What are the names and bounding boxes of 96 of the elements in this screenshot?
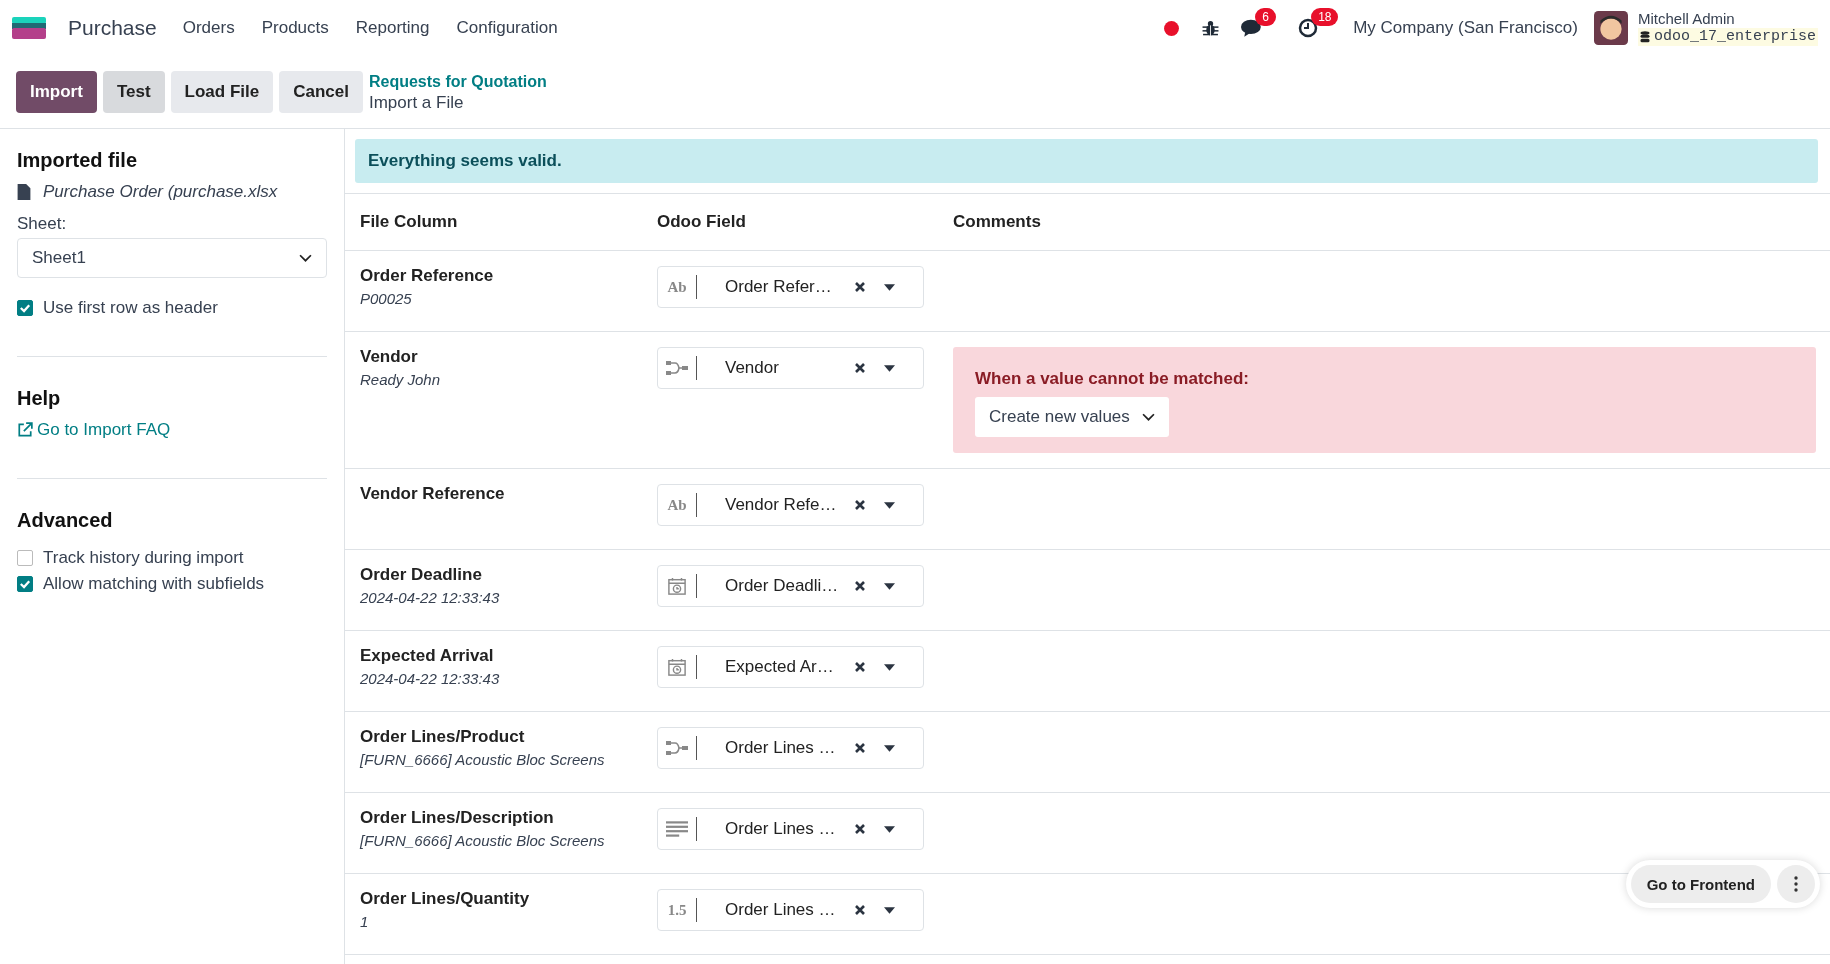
clear-icon[interactable]: [854, 823, 866, 835]
page-title: Import a File: [368, 92, 465, 113]
record-icon[interactable]: [1163, 19, 1181, 37]
activity-count-badge: 18: [1311, 8, 1339, 26]
checkbox[interactable]: [17, 576, 33, 592]
database-icon: [1639, 31, 1650, 43]
checkbox[interactable]: [17, 300, 33, 316]
bug-icon[interactable]: [1202, 19, 1220, 37]
faq-link[interactable]: Go to Import FAQ: [17, 420, 171, 440]
file-icon: [17, 184, 31, 200]
external-link-icon: [17, 422, 33, 438]
clear-icon[interactable]: [854, 904, 866, 916]
relation-icon: [666, 739, 688, 757]
sheet-select[interactable]: Sheet1: [17, 238, 327, 278]
menu-item[interactable]: Reporting: [355, 18, 430, 38]
field-type-icon: Ab: [667, 496, 687, 514]
calendar-icon: [666, 658, 688, 676]
caret-icon[interactable]: [884, 364, 895, 372]
sample-value: 2024-04-22 12:33:43: [360, 589, 501, 606]
field-select[interactable]: Order Lines …: [657, 727, 924, 769]
database-name: odoo_17_enterprise: [1637, 28, 1818, 46]
app-logo-icon[interactable]: [12, 17, 46, 39]
clock-icon[interactable]: [1297, 18, 1320, 38]
calendar-icon: [666, 577, 688, 595]
vertical-dots-icon: [1794, 876, 1798, 892]
avatar-icon[interactable]: [1593, 11, 1628, 45]
file-column-name: Order Lines/Description: [360, 808, 555, 828]
sample-value: [FURN_6666] Acoustic Bloc Screens: [360, 832, 606, 849]
field-type-icon: 1.5: [667, 901, 687, 919]
sample-value: [FURN_6666] Acoustic Bloc Screens: [360, 751, 606, 768]
section-title: Imported file: [17, 149, 138, 172]
warning-title: When a value cannot be matched:: [975, 369, 1249, 389]
caret-icon[interactable]: [884, 825, 895, 833]
column-header: Odoo Field: [657, 212, 747, 232]
checkbox[interactable]: [17, 550, 33, 566]
chevron-down-icon: [1141, 412, 1155, 422]
user-name[interactable]: Mitchell Admin: [1637, 10, 1818, 28]
chevron-down-icon: [299, 253, 312, 263]
clear-icon[interactable]: [854, 281, 866, 293]
column-header: File Column: [360, 212, 459, 232]
caret-icon[interactable]: [884, 744, 895, 752]
sample-value: Ready John: [360, 371, 442, 388]
file-column-name: Order Lines/Quantity: [360, 889, 531, 909]
caret-icon[interactable]: [884, 501, 895, 509]
clear-icon[interactable]: [854, 661, 866, 673]
sample-value: 2024-04-22 12:33:43: [360, 670, 501, 687]
caret-icon[interactable]: [884, 283, 895, 291]
sample-value: P00025: [360, 290, 413, 307]
caret-icon[interactable]: [884, 663, 895, 671]
file-column-name: Order Lines/Product: [360, 727, 526, 747]
message-count-badge: 6: [1255, 8, 1276, 26]
section-title: Advanced: [17, 509, 114, 532]
success-alert: Everything seems valid.: [355, 139, 1818, 183]
sample-value: 1: [360, 913, 370, 930]
app-name[interactable]: Purchase: [68, 16, 157, 40]
file-column-name: Order Reference: [360, 266, 495, 286]
action-button[interactable]: Test: [102, 71, 165, 113]
caret-icon[interactable]: [884, 906, 895, 914]
sheet-label: Sheet:: [17, 214, 68, 234]
file-column-name: Order Deadline: [360, 565, 483, 585]
clear-icon[interactable]: [854, 742, 866, 754]
field-select[interactable]: Expected Ar…: [657, 646, 924, 688]
company-switcher[interactable]: My Company (San Francisco): [1353, 18, 1578, 38]
clear-icon[interactable]: [854, 580, 866, 592]
action-button[interactable]: Load File: [170, 71, 274, 113]
file-column-name: Vendor Reference: [360, 484, 506, 504]
chat-icon[interactable]: [1241, 18, 1264, 38]
clear-icon[interactable]: [854, 499, 866, 511]
checkbox-label[interactable]: Track history during import: [43, 548, 244, 568]
menu-item[interactable]: Configuration: [456, 18, 558, 38]
file-name: Purchase Order (purchase.xlsx: [43, 182, 278, 202]
field-select[interactable]: Order Lines …: [657, 808, 924, 850]
file-column-name: Expected Arrival: [360, 646, 495, 666]
clear-icon[interactable]: [854, 362, 866, 374]
field-select[interactable]: Vendor: [657, 347, 924, 389]
checkbox-label[interactable]: Allow matching with subfields: [43, 574, 265, 594]
text-lines-icon: [666, 820, 688, 838]
field-type-icon: Ab: [667, 278, 687, 296]
file-column-name: Vendor: [360, 347, 419, 367]
column-header: Comments: [953, 212, 1042, 232]
more-options-button[interactable]: [1777, 865, 1815, 903]
relation-icon: [666, 359, 688, 377]
frontend-button[interactable]: Go to Frontend: [1630, 865, 1771, 903]
checkbox-label[interactable]: Use first row as header: [43, 298, 218, 318]
menu-item[interactable]: Products: [261, 18, 329, 38]
field-select[interactable]: 1.5 Order Lines …: [657, 889, 924, 931]
import-button[interactable]: Import: [16, 71, 97, 113]
section-title: Help: [17, 387, 62, 410]
breadcrumb-link[interactable]: Requests for Quotation: [368, 71, 547, 92]
field-select[interactable]: Order Deadli…: [657, 565, 924, 607]
menu-item[interactable]: Orders: [182, 18, 235, 38]
field-select[interactable]: Ab Vendor Refe…: [657, 484, 924, 526]
action-button[interactable]: Cancel: [279, 71, 363, 113]
caret-icon[interactable]: [884, 582, 895, 590]
field-select[interactable]: Ab Order Refer…: [657, 266, 924, 308]
option-dropdown[interactable]: Create new values: [975, 397, 1169, 437]
